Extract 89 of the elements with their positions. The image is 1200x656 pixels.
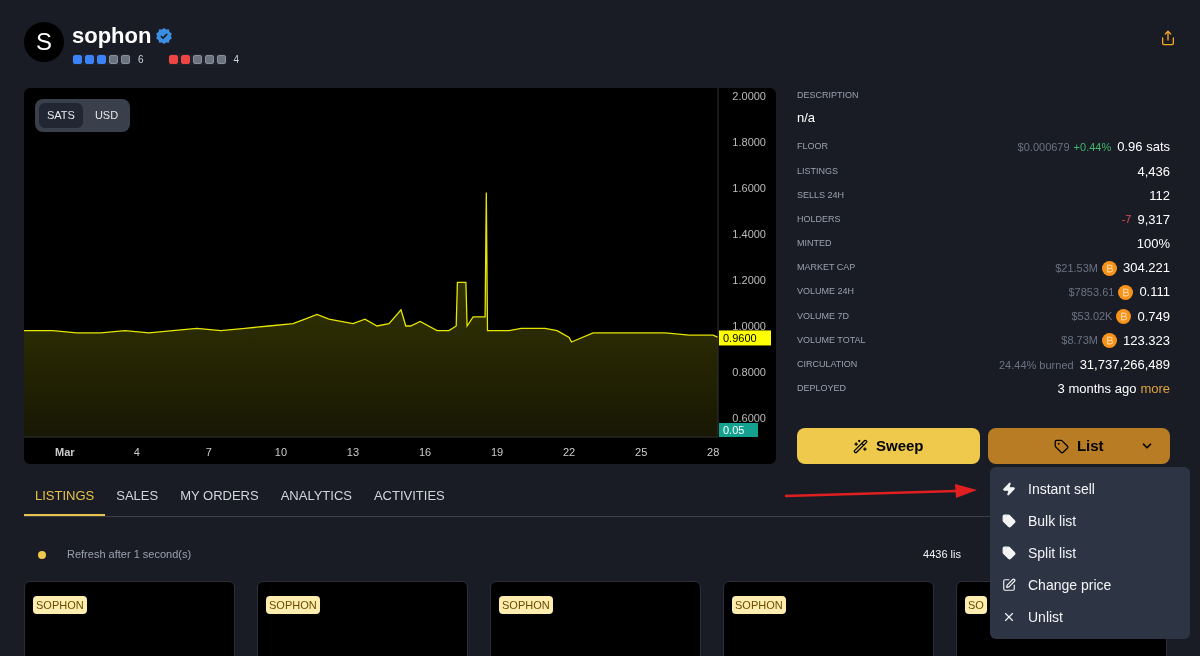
- stat-value: 123.323: [1123, 331, 1170, 350]
- stat-label: MINTED: [797, 237, 832, 251]
- stat-label: VOLUME 7D: [797, 309, 849, 323]
- stat-value: 0.96 sats: [1117, 138, 1170, 157]
- currency-tab[interactable]: USD: [86, 103, 127, 128]
- share-icon[interactable]: [1160, 30, 1176, 46]
- lightning-icon: [1002, 482, 1016, 496]
- x-axis-label: 19: [490, 446, 504, 458]
- y-axis-label: 1.0000: [732, 319, 766, 332]
- rating-count: 6: [138, 53, 144, 67]
- x-axis-label: 16: [418, 446, 432, 458]
- listing-card[interactable]: SOPHON: [257, 580, 468, 656]
- menu-item[interactable]: Split list: [990, 537, 1190, 569]
- section-tab[interactable]: SALES: [105, 486, 170, 516]
- tag-icon: [1002, 546, 1016, 560]
- avatar: S: [24, 22, 64, 62]
- stat-label: MARKET CAP: [797, 261, 856, 275]
- stat-value: 112: [1149, 186, 1170, 205]
- y-axis-label: 1.8000: [732, 136, 766, 149]
- listing-count: 4436 lis: [923, 547, 961, 563]
- y-axis-label: 2.0000: [732, 90, 766, 103]
- stat-label: SELLS 24H: [797, 188, 845, 202]
- ticker-tag: SOPHON: [33, 595, 87, 614]
- section-tab[interactable]: ANALYTICS: [269, 486, 363, 516]
- edit-icon: [1002, 578, 1016, 592]
- stat-value: 0.749: [1137, 307, 1170, 326]
- ticker-tag: SO: [965, 595, 987, 614]
- stat-change: +0.44%: [1073, 139, 1112, 155]
- listing-card[interactable]: SOPHON: [490, 580, 701, 656]
- x-axis-label: 7: [205, 446, 212, 458]
- menu-item[interactable]: Change price: [990, 569, 1190, 601]
- stat-label: FLOOR: [797, 140, 828, 154]
- menu-item[interactable]: Instant sell: [990, 473, 1190, 505]
- listing-card[interactable]: SOPHON: [723, 580, 934, 656]
- close-icon: [1002, 610, 1016, 624]
- ticker-tag: SOPHON: [499, 595, 553, 614]
- x-axis-label: 4: [133, 446, 140, 458]
- stat-usd-value: $53.02K: [1071, 309, 1113, 325]
- section-tab[interactable]: ACTIVITIES: [362, 486, 456, 516]
- stat-value: 0.111: [1139, 283, 1170, 302]
- last-price-badge: 0.9600: [719, 330, 771, 346]
- rating-count: 4: [233, 53, 240, 67]
- sweep-button[interactable]: Sweep: [797, 428, 980, 464]
- x-axis-label: 28: [707, 446, 720, 458]
- x-axis-label: 25: [635, 446, 648, 458]
- stat-value: 3 months ago: [1057, 380, 1137, 399]
- stat-label: LISTINGS: [797, 164, 838, 178]
- refresh-text: Refresh after 1 second(s): [67, 547, 192, 563]
- section-tab[interactable]: MY ORDERS: [169, 486, 270, 516]
- volume-badge: 0.05: [719, 423, 758, 437]
- y-axis-label: 1.6000: [732, 182, 766, 194]
- stat-label: VOLUME 24H: [797, 285, 855, 299]
- stat-change: -7: [1121, 212, 1132, 228]
- stat-label: DEPLOYED: [797, 382, 847, 396]
- tag-icon: [1002, 514, 1016, 528]
- listing-card[interactable]: SOPHON: [24, 580, 235, 656]
- stat-value: 4,436: [1137, 162, 1170, 181]
- stat-usd-value: $21.53M: [1055, 260, 1098, 276]
- menu-item[interactable]: Bulk list: [990, 505, 1190, 537]
- y-axis-label: 0.8000: [732, 365, 766, 378]
- y-axis-label: 1.4000: [732, 228, 766, 240]
- menu-item[interactable]: Unlist: [990, 601, 1190, 633]
- stat-value: 31,737,266,489: [1079, 356, 1170, 375]
- stat-usd-value: $8.73M: [1061, 333, 1098, 349]
- x-axis-label: 22: [563, 446, 576, 458]
- stat-usd-value: $0.000679: [1017, 139, 1070, 155]
- tag-icon: [1053, 438, 1069, 454]
- ticker-tag: SOPHON: [732, 595, 786, 614]
- collection-name: sophon: [72, 22, 152, 50]
- stat-value: 9,317: [1137, 210, 1170, 229]
- more-link[interactable]: more: [1140, 379, 1170, 399]
- stat-value: 304.221: [1123, 259, 1170, 278]
- ticker-tag: SOPHON: [266, 595, 320, 614]
- field-label: DESCRIPTION: [797, 89, 860, 102]
- stat-value: 100%: [1136, 235, 1170, 254]
- stat-label: VOLUME TOTAL: [797, 333, 866, 347]
- x-axis-label: 13: [346, 446, 360, 458]
- y-axis-label: 1.2000: [732, 273, 766, 286]
- x-axis-label: 10: [274, 446, 288, 458]
- y-axis-label: 0.6000: [732, 411, 766, 424]
- currency-tab[interactable]: SATS: [39, 103, 83, 128]
- x-axis-label: Mar: [55, 446, 75, 458]
- description-text: n/a: [797, 108, 817, 127]
- stat-label: CIRCULATION: [797, 358, 858, 372]
- stat-usd-value: $7853.61: [1068, 284, 1115, 300]
- section-tab[interactable]: LISTINGS: [24, 486, 106, 516]
- stat-usd-value: 24.44% burned: [999, 357, 1074, 373]
- stat-label: HOLDERS: [797, 212, 841, 226]
- list-button[interactable]: List: [987, 428, 1170, 464]
